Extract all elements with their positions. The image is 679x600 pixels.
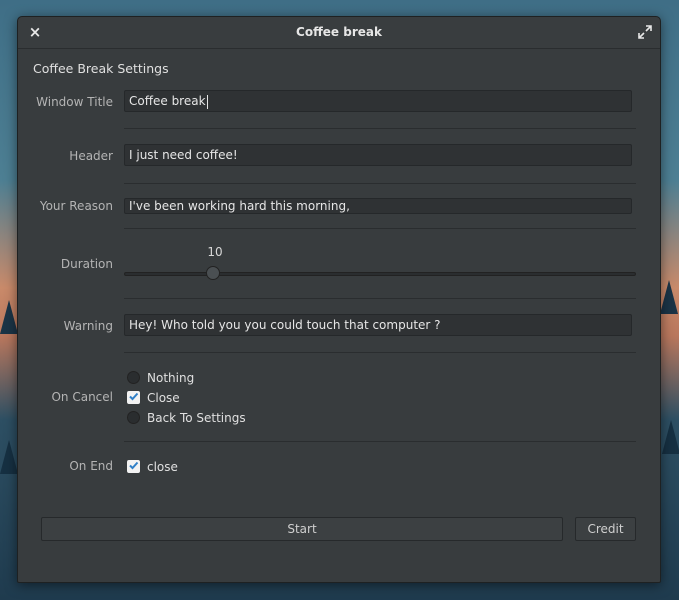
radio-checked-icon — [127, 391, 140, 404]
window-title-label: Window Title — [36, 95, 113, 109]
coffee-break-window: × Coffee break Coffee Break Settings Win… — [17, 16, 661, 583]
header-value: I just need coffee! — [129, 148, 238, 162]
start-button[interactable]: Start — [41, 517, 563, 541]
window-title: Coffee break — [296, 25, 382, 39]
on-end-label: On End — [69, 459, 113, 473]
radio-nothing[interactable]: Nothing — [127, 370, 194, 386]
radio-close-label: Close — [147, 391, 180, 405]
separator — [124, 128, 636, 129]
on-end-checkbox[interactable]: close — [127, 459, 178, 475]
header-input[interactable]: I just need coffee! — [124, 144, 632, 166]
separator — [124, 352, 636, 353]
radio-back-label: Back To Settings — [147, 411, 246, 425]
text-cursor — [206, 94, 208, 109]
titlebar: × Coffee break — [18, 17, 660, 49]
radio-icon — [127, 371, 140, 384]
warning-value: Hey! Who told you you could touch that c… — [129, 318, 441, 332]
credit-button[interactable]: Credit — [575, 517, 636, 541]
separator — [124, 228, 636, 229]
header-label: Header — [69, 149, 113, 163]
settings-section-title: Coffee Break Settings — [33, 61, 169, 76]
maximize-icon[interactable] — [638, 25, 652, 39]
on-end-checkbox-label: close — [147, 460, 178, 474]
reason-label: Your Reason — [39, 199, 113, 213]
duration-value: 10 — [207, 245, 223, 259]
on-cancel-label: On Cancel — [51, 390, 113, 404]
window-title-value: Coffee break — [129, 94, 206, 108]
separator — [124, 183, 636, 184]
warning-input[interactable]: Hey! Who told you you could touch that c… — [124, 314, 632, 336]
duration-slider-knob[interactable] — [206, 266, 220, 280]
window-title-input[interactable]: Coffee break — [124, 90, 632, 112]
separator — [124, 298, 636, 299]
reason-value: I've been working hard this morning, — [129, 199, 350, 213]
reason-input[interactable]: I've been working hard this morning, — [124, 198, 632, 214]
duration-label: Duration — [60, 257, 113, 271]
radio-nothing-label: Nothing — [147, 371, 195, 385]
duration-slider-track[interactable] — [124, 272, 636, 276]
checkbox-checked-icon — [127, 460, 140, 473]
radio-close[interactable]: Close — [127, 390, 180, 406]
radio-icon — [127, 411, 140, 424]
warning-label: Warning — [63, 319, 113, 333]
separator — [124, 441, 636, 442]
radio-back-to-settings[interactable]: Back To Settings — [127, 410, 246, 426]
